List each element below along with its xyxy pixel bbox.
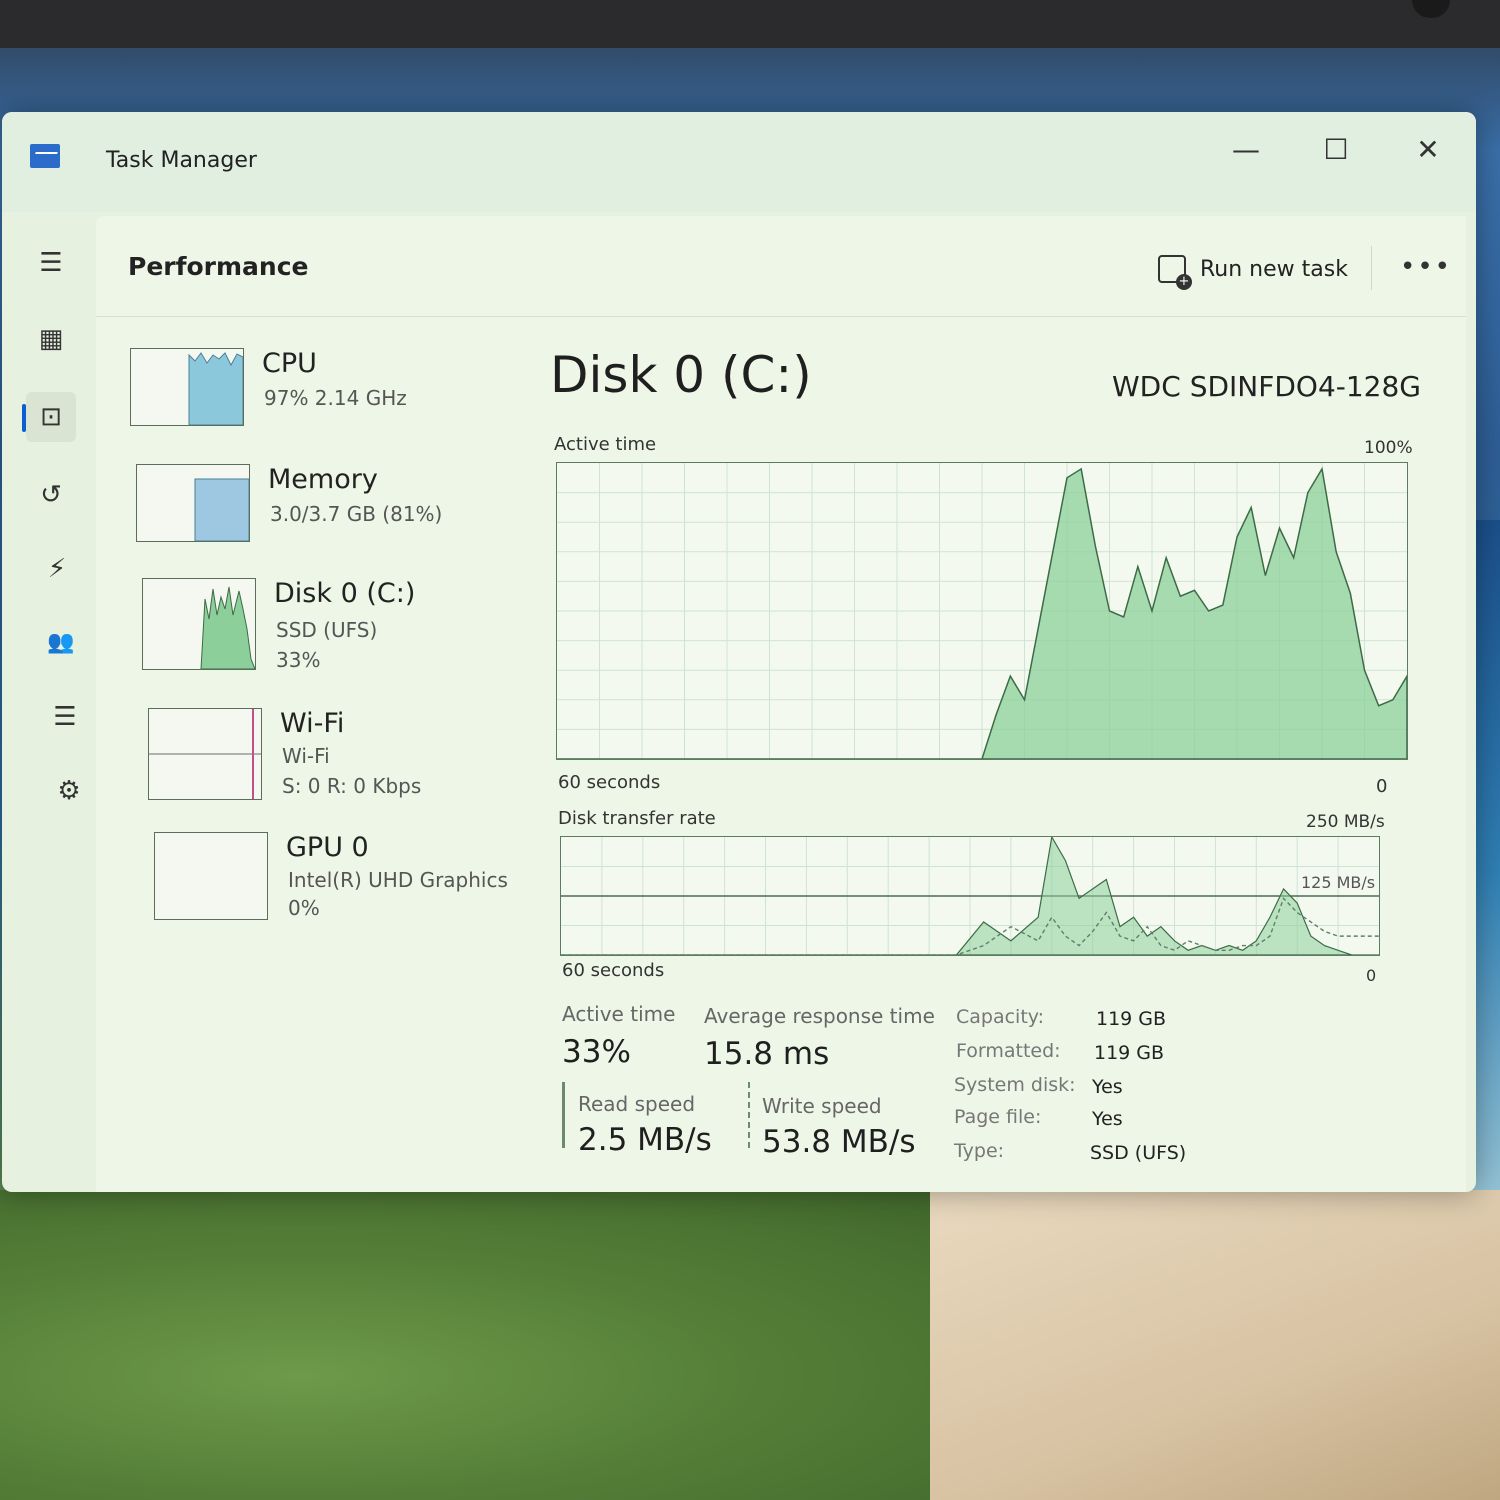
task-manager-app-icon xyxy=(30,144,60,168)
run-new-task-label: Run new task xyxy=(1200,256,1348,282)
active-time-chart xyxy=(556,462,1408,760)
device-item-disk[interactable]: Disk 0 (C:) SSD (UFS) 33% xyxy=(142,578,522,678)
maximize-button[interactable]: ☐ xyxy=(1306,130,1366,170)
active-time-x-right: 0 xyxy=(1376,776,1388,797)
prop-type-label: Type: xyxy=(954,1140,1005,1162)
prop-page-file-value: Yes xyxy=(1092,1108,1123,1130)
hamburger-menu-icon[interactable]: ☰ xyxy=(26,238,76,288)
stat-response-value: 15.8 ms xyxy=(704,1036,830,1072)
more-options-button[interactable]: ••• xyxy=(1400,252,1452,282)
cpu-thumb-area xyxy=(188,352,243,425)
page-title: Performance xyxy=(128,252,309,281)
stat-read-label: Read speed xyxy=(578,1092,696,1116)
performance-icon[interactable]: ⊡ xyxy=(26,392,76,442)
disk-thumb-graph xyxy=(200,586,255,669)
device-item-wifi[interactable]: Wi-Fi Wi-Fi S: 0 R: 0 Kbps xyxy=(148,708,528,808)
prop-system-disk-value: Yes xyxy=(1092,1076,1123,1098)
header-divider xyxy=(1371,246,1372,290)
users-icon[interactable]: 👥 xyxy=(36,618,86,668)
device-item-cpu[interactable]: CPU 97% 2.14 GHz xyxy=(130,348,510,448)
stat-write-label: Write speed xyxy=(762,1094,882,1118)
active-time-svg xyxy=(557,463,1408,760)
run-new-task-button[interactable]: Run new task xyxy=(1158,252,1348,290)
active-nav-indicator xyxy=(22,404,26,432)
cpu-thumbnail xyxy=(130,348,244,426)
device-model-gpu: Intel(R) UHD Graphics xyxy=(288,868,508,892)
transfer-rate-mid-label: 125 MB/s xyxy=(1301,873,1376,892)
disk-model-name: WDC SDINFDO4-128G xyxy=(1112,370,1421,403)
services-icon[interactable]: ⚙ xyxy=(44,766,94,816)
monitor-bezel xyxy=(0,0,1500,48)
processes-icon[interactable]: ▦ xyxy=(26,314,76,364)
memory-thumb-graph xyxy=(194,478,249,541)
device-name-wifi: Wi-Fi xyxy=(280,708,345,739)
transfer-rate-chart-label: Disk transfer rate xyxy=(558,808,716,829)
prop-formatted-label: Formatted: xyxy=(956,1040,1061,1062)
device-type-disk: SSD (UFS) xyxy=(276,618,378,642)
wifi-thumbnail xyxy=(148,708,262,800)
device-name-disk: Disk 0 (C:) xyxy=(274,578,416,609)
prop-system-disk-label: System disk: xyxy=(954,1074,1076,1096)
prop-type-value: SSD (UFS) xyxy=(1090,1142,1187,1164)
transfer-rate-x-left: 60 seconds xyxy=(562,960,665,981)
transfer-rate-max-label: 250 MB/s xyxy=(1306,812,1385,832)
run-task-icon xyxy=(1158,255,1192,290)
write-speed-indicator xyxy=(748,1082,750,1148)
close-button[interactable]: ✕ xyxy=(1398,130,1458,170)
device-name-cpu: CPU xyxy=(262,348,317,379)
memory-thumb-area xyxy=(194,478,249,541)
gpu-thumbnail xyxy=(154,832,268,920)
stat-active-time-value: 33% xyxy=(562,1034,631,1070)
active-time-chart-label: Active time xyxy=(554,434,657,455)
stat-write-value: 53.8 MB/s xyxy=(762,1124,916,1160)
transfer-rate-svg xyxy=(561,835,1379,956)
stat-active-time-label: Active time xyxy=(562,1002,676,1026)
minimize-button[interactable]: — xyxy=(1216,130,1276,170)
wifi-thumb-graph xyxy=(149,709,261,799)
disk-thumb-area xyxy=(200,586,255,669)
device-detail-memory: 3.0/3.7 GB (81%) xyxy=(270,502,443,526)
active-time-max-label: 100% xyxy=(1364,438,1413,458)
device-name-gpu: GPU 0 xyxy=(286,832,369,863)
prop-page-file-label: Page file: xyxy=(954,1106,1042,1128)
active-time-x-left: 60 seconds xyxy=(558,772,661,793)
task-manager-window: Task Manager — ☐ ✕ ☰ ▦ ⊡ ↺ ⚡ 👥 ☰ ⚙ Perfo… xyxy=(2,112,1476,1192)
window-title: Task Manager xyxy=(106,148,257,173)
side-navigation: ☰ ▦ ⊡ ↺ ⚡ 👥 ☰ ⚙ xyxy=(2,212,96,1192)
title-bar[interactable]: Task Manager — ☐ ✕ xyxy=(2,112,1476,212)
wallpaper-beach xyxy=(930,1190,1500,1500)
app-history-icon[interactable]: ↺ xyxy=(26,470,76,520)
memory-thumbnail xyxy=(136,464,250,542)
device-throughput-wifi: S: 0 R: 0 Kbps xyxy=(282,774,422,798)
stat-read-value: 2.5 MB/s xyxy=(578,1122,712,1158)
device-name-memory: Memory xyxy=(268,464,378,495)
wallpaper-cliff xyxy=(0,1190,1000,1500)
device-usage-gpu: 0% xyxy=(288,896,320,920)
device-detail-cpu: 97% 2.14 GHz xyxy=(264,386,407,410)
stat-response-label: Average response time xyxy=(704,1004,935,1028)
performance-header: Performance Run new task ••• xyxy=(96,216,1466,317)
device-usage-disk: 33% xyxy=(276,648,321,672)
disk-detail-title: Disk 0 (C:) xyxy=(550,346,812,404)
webcam xyxy=(1412,0,1450,18)
startup-apps-icon[interactable]: ⚡ xyxy=(32,544,82,594)
device-type-wifi: Wi-Fi xyxy=(282,744,330,768)
transfer-rate-x-right: 0 xyxy=(1366,966,1377,985)
cpu-thumb-graph xyxy=(188,352,243,425)
prop-capacity-value: 119 GB xyxy=(1096,1008,1167,1030)
performance-pane: Performance Run new task ••• CPU 97% 2.1… xyxy=(96,216,1466,1192)
prop-capacity-label: Capacity: xyxy=(956,1006,1045,1028)
prop-formatted-value: 119 GB xyxy=(1094,1042,1165,1064)
read-speed-indicator xyxy=(562,1082,565,1148)
device-item-memory[interactable]: Memory 3.0/3.7 GB (81%) xyxy=(136,464,516,564)
disk-thumbnail xyxy=(142,578,256,670)
device-item-gpu[interactable]: GPU 0 Intel(R) UHD Graphics 0% xyxy=(154,832,534,932)
details-icon[interactable]: ☰ xyxy=(40,692,90,742)
transfer-rate-chart: 125 MB/s xyxy=(560,835,1380,956)
